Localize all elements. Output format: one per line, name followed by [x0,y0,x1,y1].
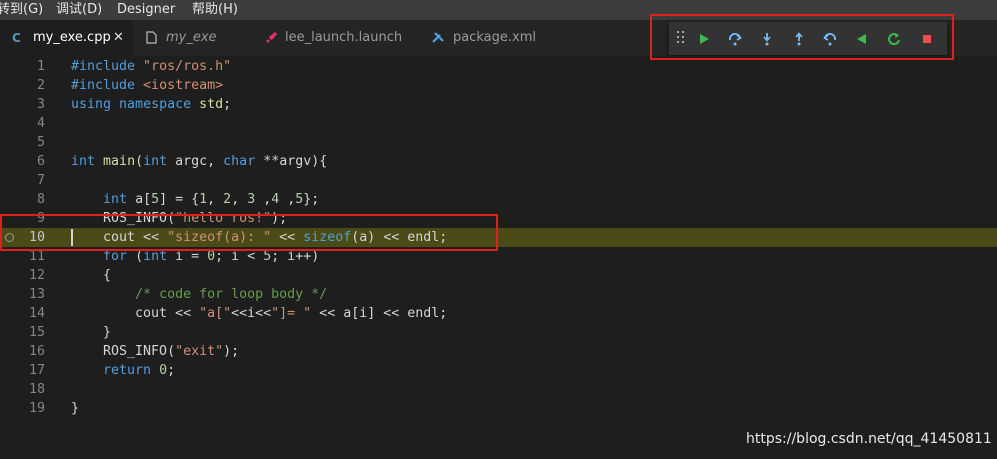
tab-my-exe[interactable]: my_exe [134,20,252,56]
line-number[interactable]: 16 [0,342,45,361]
code-line[interactable]: 19} [0,399,997,418]
menu-designer[interactable]: Designer [117,0,175,20]
cpp-icon: C [12,31,21,45]
line-number[interactable]: 2 [0,76,45,95]
code-text: int a[5] = {1, 2, 3 ,4 ,5}; [103,192,320,207]
line-number[interactable]: 18 [0,380,45,399]
line-number[interactable]: 1 [0,57,45,76]
line-number[interactable]: 4 [0,114,45,133]
code-text: } [71,401,80,416]
line-number[interactable]: 7 [0,171,45,190]
code-text: /* code for loop body */ [135,287,328,302]
line-number[interactable]: 3 [0,95,45,114]
code-text: #include <iostream> [71,78,224,93]
code-editor[interactable]: 1 #include "ros/ros.h" 2 #include <iostream… [0,56,997,459]
code-line[interactable]: 16 ROS_INFO("exit"); [0,342,997,361]
code-text: #include "ros/ros.h" [71,59,232,74]
annotation-box-current-line [0,214,498,251]
tab-package-xml[interactable]: package.xml [419,20,555,56]
code-line[interactable]: 2 #include <iostream> [0,76,997,95]
code-text: cout << "a["<<i<<"]= " << a[i] << endl; [71,306,448,321]
menu-debug[interactable]: 调试(D) [56,0,102,20]
code-line[interactable]: 14 cout << "a["<<i<<"]= " << a[i] << end… [0,304,997,323]
line-number[interactable]: 6 [0,152,45,171]
rocket-icon [265,20,278,58]
code-line[interactable]: 18 [0,380,997,399]
line-number[interactable]: 14 [0,304,45,323]
code-line[interactable]: 15 } [0,323,997,342]
code-line[interactable]: 12 { [0,266,997,285]
code-text: } [71,325,112,340]
code-line[interactable]: 3 using namespace std; [0,95,997,114]
code-line[interactable]: 8 int a[5] = {1, 2, 3 ,4 ,5}; [0,190,997,209]
line-number[interactable]: 8 [0,190,45,209]
line-number[interactable]: 15 [0,323,45,342]
line-number[interactable]: 12 [0,266,45,285]
file-icon [146,20,157,58]
code-text: return 0; [103,363,176,378]
line-number[interactable]: 19 [0,399,45,418]
menu-goto[interactable]: 转到(G) [0,0,43,20]
code-line[interactable]: 5 [0,133,997,152]
line-number[interactable]: 5 [0,133,45,152]
tab-label: my_exe [166,30,217,45]
code-line[interactable]: 17 return 0; [0,361,997,380]
tab-lee-launch[interactable]: lee_launch.launch [253,20,418,56]
annotation-box-toolbar [650,14,954,60]
tab-label: package.xml [453,30,536,45]
tools-icon [432,20,445,58]
code-text: ROS_INFO("exit"); [71,344,240,359]
code-line[interactable]: 4 [0,114,997,133]
code-line[interactable]: 6 int main(int argc, char **argv){ [0,152,997,171]
tab-label: lee_launch.launch [285,30,403,45]
watermark: https://blog.csdn.net/qq_41450811 [746,431,992,447]
code-line[interactable]: 7 [0,171,997,190]
code-text: { [71,268,112,283]
menu-help[interactable]: 帮助(H) [192,0,238,20]
tab-my-exe-cpp[interactable]: C my_exe.cpp ✕ [0,20,133,56]
code-text: using namespace std; [71,97,232,112]
tab-label: my_exe.cpp [33,30,111,45]
code-line[interactable]: 13 /* code for loop body */ [0,285,997,304]
line-number[interactable]: 13 [0,285,45,304]
line-number[interactable]: 17 [0,361,45,380]
close-icon[interactable]: ✕ [113,20,124,56]
code-text: int main(int argc, char **argv){ [71,154,328,169]
